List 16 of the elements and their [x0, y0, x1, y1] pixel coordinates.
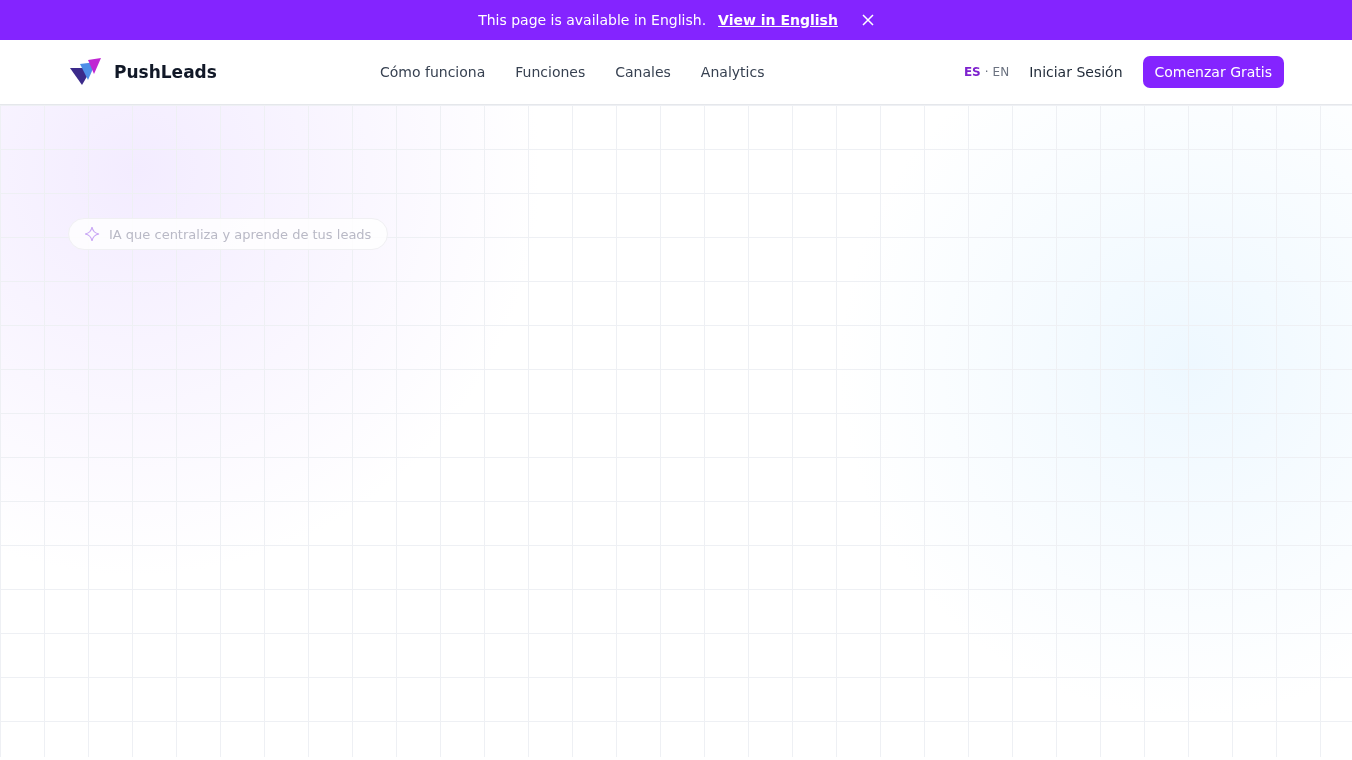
- nav-link[interactable]: Canales: [615, 64, 671, 80]
- login-link[interactable]: Iniciar Sesión: [1029, 64, 1123, 80]
- nav-link[interactable]: Analytics: [700, 64, 765, 80]
- sparkle-icon: [85, 226, 101, 242]
- bird-logo-icon: [70, 58, 102, 86]
- close-icon[interactable]: [861, 14, 874, 26]
- badge-text: IA que centraliza y aprende de tus leads: [109, 226, 372, 242]
- nav-link[interactable]: Cómo funciona: [380, 64, 486, 80]
- language-option[interactable]: ES: [963, 65, 981, 79]
- brand-name: PushLeads: [114, 62, 217, 82]
- view-in-english-link[interactable]: View in English: [718, 12, 838, 28]
- banner-message: This page is available in English.: [478, 12, 707, 28]
- start-free-button[interactable]: Comenzar Gratis: [1142, 56, 1284, 88]
- language-separator: ·: [984, 65, 989, 79]
- language-option[interactable]: EN: [992, 65, 1010, 79]
- nav-link[interactable]: Funciones: [515, 64, 586, 80]
